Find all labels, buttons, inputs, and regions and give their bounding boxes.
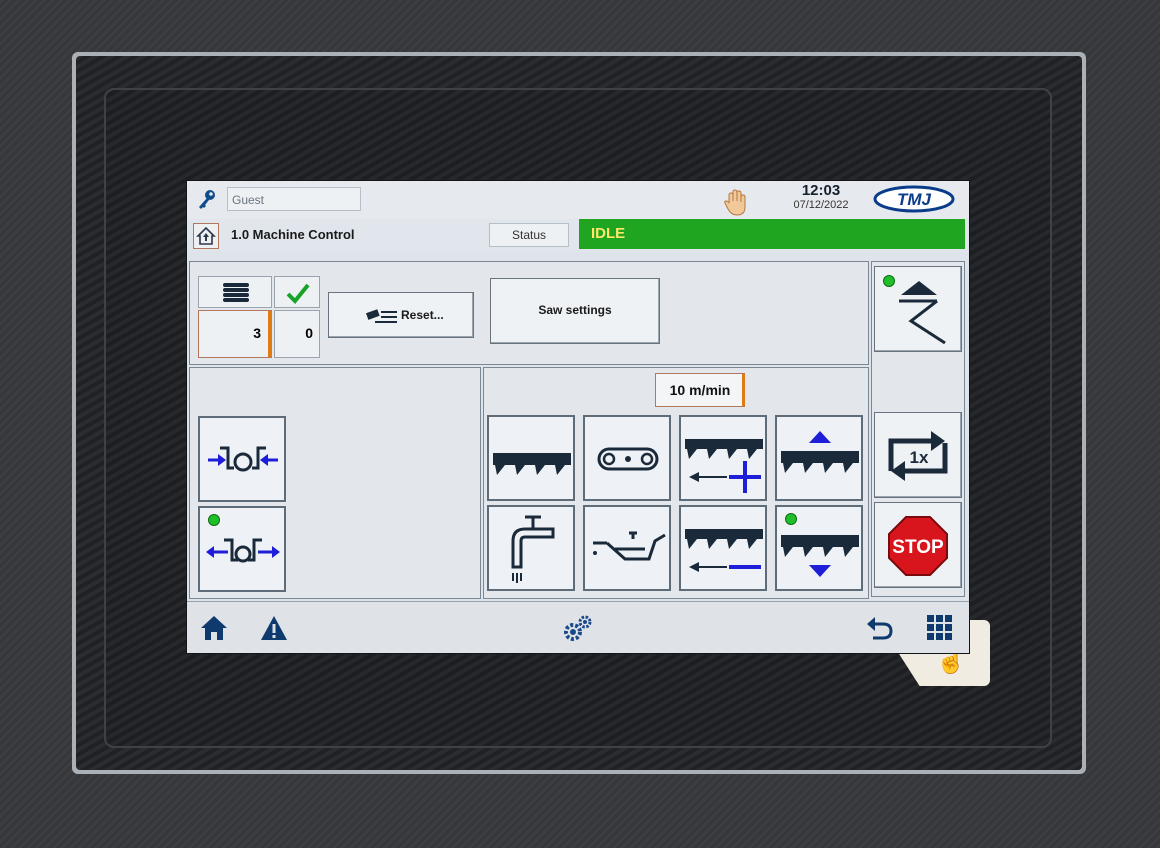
page-title: 1.0 Machine Control [231, 227, 355, 242]
clock: 12:03 07/12/2022 [785, 182, 857, 212]
chip-conveyor-button[interactable] [583, 415, 671, 501]
home-up-button[interactable] [193, 223, 219, 249]
speed-unit: m/min [689, 382, 731, 398]
cycle-label: 1x [910, 448, 929, 467]
eraser-icon [365, 309, 397, 323]
clamp-open-icon [206, 538, 280, 563]
stack-header [198, 276, 272, 308]
count-total-value: 3 [253, 325, 261, 341]
saw-settings-label: Saw settings [538, 303, 612, 317]
clamp-open-button[interactable] [198, 506, 286, 592]
clamp-close-icon [208, 446, 278, 472]
saw-blade-icon [493, 453, 571, 475]
clock-time: 12:03 [801, 182, 841, 199]
clamp-close-button[interactable] [198, 416, 286, 502]
saw-up-icon [781, 431, 859, 473]
right-column: 1x STOP [871, 261, 965, 597]
status-label: Status [489, 223, 569, 247]
logo-text: TMJ [897, 190, 932, 209]
saw-settings-button[interactable]: Saw settings [490, 278, 660, 344]
saw-down-button[interactable] [775, 505, 863, 591]
coolant-tap-icon [511, 515, 555, 583]
nav-bar: 1.0 Machine Control Status IDLE [187, 219, 969, 251]
reset-button[interactable]: Reset... [328, 292, 474, 338]
count-done-value: 0 [305, 325, 313, 341]
feed-minus-icon [685, 529, 763, 572]
clamp-panel [189, 367, 481, 599]
menu-grid-icon[interactable] [925, 613, 955, 648]
checkmark-icon [286, 283, 310, 304]
stop-button[interactable]: STOP [874, 502, 962, 588]
speed-value: 10 [669, 382, 686, 398]
coolant-button[interactable] [487, 505, 575, 591]
oil-can-icon [593, 531, 666, 561]
count-total-field[interactable]: 3 [198, 310, 272, 358]
top-bar: Guest 12:03 07/12/2022 TMJ [187, 181, 969, 219]
settings-gears-icon[interactable] [561, 612, 595, 649]
feed-back-minus-button[interactable] [679, 505, 767, 591]
hand-icon[interactable] [723, 189, 749, 223]
saw-down-icon [781, 535, 859, 577]
clock-date: 07/12/2022 [793, 199, 849, 211]
tmj-logo: TMJ [873, 185, 955, 213]
warning-icon[interactable] [259, 614, 289, 647]
stop-sign-icon: STOP [888, 516, 948, 576]
speed-field[interactable]: 10 m/min [655, 373, 745, 407]
saw-blade-button[interactable] [487, 415, 575, 501]
count-total-marker [268, 311, 272, 357]
user-field[interactable]: Guest [227, 187, 361, 211]
home-icon[interactable] [199, 614, 229, 647]
back-arrow-icon[interactable] [865, 614, 895, 647]
stop-label: STOP [892, 537, 944, 558]
saw-arm-button[interactable] [874, 266, 962, 352]
lubrication-button[interactable] [583, 505, 671, 591]
stack-icon [223, 283, 249, 302]
single-cycle-button[interactable]: 1x [874, 412, 962, 498]
conveyor-icon [597, 447, 659, 471]
hmi-screen: Guest 12:03 07/12/2022 TMJ 1.0 Machine C… [186, 180, 970, 654]
status-value: IDLE [579, 219, 965, 249]
count-done-field: 0 [274, 310, 320, 358]
reset-label: Reset... [401, 308, 444, 322]
feed-forward-plus-button[interactable] [679, 415, 767, 501]
done-header [274, 276, 320, 308]
saw-up-button[interactable] [775, 415, 863, 501]
cycle-icon: 1x [888, 431, 948, 481]
saw-arm-indicator [883, 275, 895, 287]
counter-panel: 3 0 Reset... Saw settings [189, 261, 869, 365]
key-icon[interactable] [197, 189, 215, 209]
feed-plus-icon [685, 439, 763, 493]
bottom-bar [187, 601, 969, 653]
